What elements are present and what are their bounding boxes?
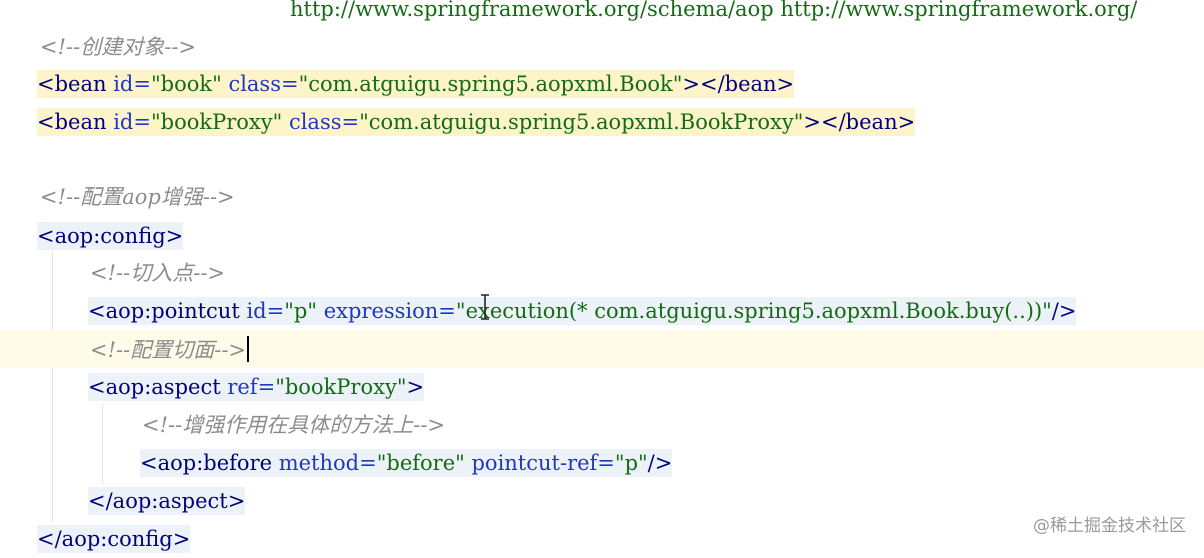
id-attr: id=	[113, 72, 151, 96]
code-line[interactable]: <!--配置aop增强-->	[0, 177, 1204, 215]
watermark: @稀土掘金技术社区	[1033, 516, 1186, 536]
method-value: "before"	[376, 451, 465, 475]
code-line[interactable]: <aop:aspect ref="bookProxy">	[0, 368, 1204, 406]
bean-open-tag: <bean	[37, 72, 107, 96]
bean-open-tag: <bean	[37, 110, 107, 134]
code-line[interactable]: </aop:aspect>	[0, 482, 1204, 520]
expression-value: "execution(* com.atguigu.spring5.aopxml.…	[455, 299, 1052, 323]
aop-before-element: <aop:before method="before" pointcut-ref…	[140, 449, 673, 477]
method-attr: method=	[278, 451, 377, 475]
class-attr: class=	[288, 110, 360, 134]
code-line[interactable]: <!--增强作用在具体的方法上-->	[0, 405, 1204, 443]
code-line-current[interactable]: <!--配置切面-->	[0, 330, 1204, 368]
id-value: "book"	[150, 72, 222, 96]
comment-config-aop: <!--配置aop增强-->	[40, 185, 235, 209]
code-line[interactable]: <aop:pointcut id="p" expression="executi…	[0, 292, 1204, 330]
pointcut-open-tag: <aop:pointcut	[88, 299, 240, 323]
aspect-close-bracket: >	[406, 375, 425, 399]
aop-aspect-element: <aop:aspect ref="bookProxy">	[88, 373, 425, 401]
before-open-tag: <aop:before	[140, 451, 273, 475]
id-value: "p"	[284, 299, 317, 323]
aop-config-close-tag: </aop:config>	[37, 525, 191, 553]
pointcut-close-tag: />	[1051, 299, 1077, 323]
bean-close-tag: ></bean>	[803, 110, 916, 134]
code-line[interactable]: <aop:before method="before" pointcut-ref…	[0, 444, 1204, 482]
bean-bookproxy-element: <bean id="bookProxy" class="com.atguigu.…	[37, 108, 916, 136]
ref-value: "bookProxy"	[275, 375, 407, 399]
comment-apply-method: <!--增强作用在具体的方法上-->	[142, 413, 446, 437]
code-line[interactable]: <bean id="book" class="com.atguigu.sprin…	[0, 65, 1204, 103]
class-value: "com.atguigu.spring5.aopxml.BookProxy"	[359, 110, 804, 134]
id-value: "bookProxy"	[150, 110, 283, 134]
text-caret	[247, 336, 250, 362]
ibeam-cursor-icon	[481, 294, 489, 320]
aop-pointcut-element: <aop:pointcut id="p" expression="executi…	[88, 297, 1077, 325]
ref-attr: ref=	[227, 375, 276, 399]
comment-config-aspect: <!--配置切面-->	[90, 338, 247, 362]
aop-config-open-tag: <aop:config>	[37, 222, 184, 250]
class-attr: class=	[228, 72, 299, 96]
pointcut-ref-attr: pointcut-ref=	[471, 451, 615, 475]
code-line[interactable]: <bean id="bookProxy" class="com.atguigu.…	[0, 103, 1204, 141]
schema-url-text: http://www.springframework.org/schema/ao…	[290, 0, 1138, 21]
code-line[interactable]: http://www.springframework.org/schema/ao…	[0, 0, 1204, 28]
code-line[interactable]: </aop:config>	[0, 520, 1204, 558]
code-line[interactable]: <!--创建对象-->	[0, 27, 1204, 65]
comment-pointcut: <!--切入点-->	[90, 261, 226, 285]
code-line[interactable]: <aop:config>	[0, 217, 1204, 255]
id-attr: id=	[113, 110, 151, 134]
before-close-tag: />	[647, 451, 673, 475]
comment-create-object: <!--创建对象-->	[40, 35, 197, 59]
aop-aspect-close-tag: </aop:aspect>	[88, 487, 246, 515]
expression-attr: expression=	[323, 299, 456, 323]
bean-book-element: <bean id="book" class="com.atguigu.sprin…	[37, 70, 795, 98]
aspect-open-tag: <aop:aspect	[88, 375, 221, 399]
id-attr: id=	[246, 299, 285, 323]
class-value: "com.atguigu.spring5.aopxml.Book"	[298, 72, 683, 96]
code-line[interactable]: <!--切入点-->	[0, 253, 1204, 291]
pointcut-ref-value: "p"	[614, 451, 648, 475]
bean-close-tag: ></bean>	[682, 72, 795, 96]
